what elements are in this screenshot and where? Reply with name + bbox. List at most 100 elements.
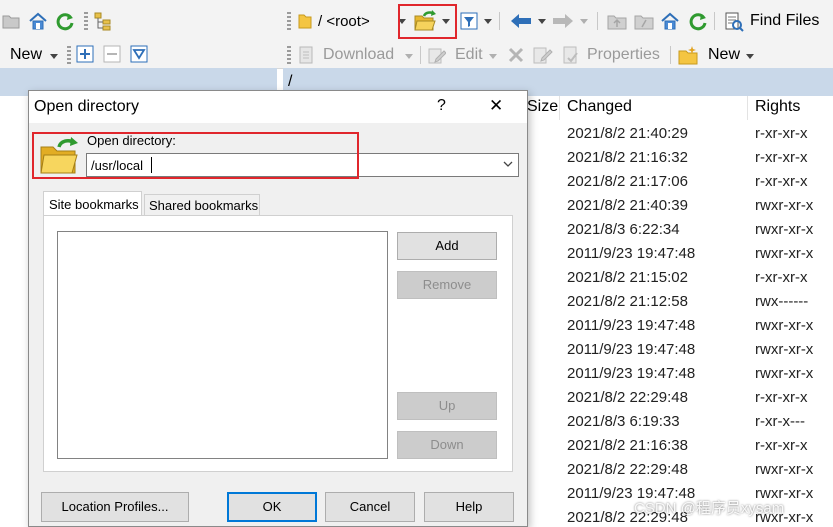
rights-cell: rwxr-xr-x bbox=[755, 461, 814, 478]
changed-cell: 2011/9/23 19:47:48 bbox=[567, 317, 696, 334]
column-divider[interactable] bbox=[747, 96, 748, 120]
table-row[interactable]: 2021/8/2 21:16:32 r-xr-xr-x bbox=[527, 146, 833, 170]
down-button[interactable]: Down bbox=[397, 431, 497, 459]
remote-path-combo[interactable]: / <root> bbox=[318, 13, 370, 30]
help-icon[interactable]: ? bbox=[437, 97, 446, 115]
rights-cell: rwxr-xr-x bbox=[755, 365, 814, 382]
table-row[interactable]: 2021/8/2 21:12:58 rwx------ bbox=[527, 290, 833, 314]
root-directory-icon[interactable] bbox=[634, 12, 654, 30]
rights-cell: rwxr-xr-x bbox=[755, 221, 814, 238]
changed-cell: 2021/8/2 21:12:58 bbox=[567, 293, 688, 310]
folder-icon bbox=[298, 14, 312, 29]
column-header-changed[interactable]: Changed bbox=[567, 98, 632, 116]
toolbar-separator bbox=[670, 46, 671, 64]
location-profiles-button[interactable]: Location Profiles... bbox=[41, 492, 189, 522]
delete-icon[interactable] bbox=[507, 46, 525, 64]
changed-cell: 2021/8/2 21:15:02 bbox=[567, 269, 688, 286]
column-header-rights[interactable]: Rights bbox=[755, 98, 800, 116]
rename-icon[interactable] bbox=[533, 46, 553, 64]
chevron-down-icon[interactable] bbox=[484, 19, 492, 24]
tab-label: Shared bookmarks bbox=[149, 198, 259, 213]
bookmarks-list[interactable] bbox=[57, 231, 388, 459]
column-header-size[interactable]: Size bbox=[527, 98, 558, 116]
help-button[interactable]: Help bbox=[424, 492, 514, 522]
new-button-right[interactable]: New bbox=[676, 43, 758, 67]
chevron-down-icon[interactable] bbox=[503, 161, 513, 169]
table-row[interactable]: 2021/8/2 21:15:02 r-xr-xr-x bbox=[527, 266, 833, 290]
chevron-down-icon[interactable] bbox=[538, 19, 546, 24]
refresh-icon[interactable] bbox=[55, 11, 75, 31]
new-button-left[interactable]: New bbox=[4, 44, 60, 66]
filter-icon[interactable] bbox=[460, 12, 478, 30]
chevron-down-icon bbox=[50, 54, 58, 59]
table-row[interactable]: 2021/8/2 21:17:06 r-xr-xr-x bbox=[527, 170, 833, 194]
dialog-titlebar[interactable]: Open directory ? ✕ bbox=[29, 91, 527, 123]
tab-shared-bookmarks[interactable]: Shared bookmarks bbox=[144, 194, 260, 216]
remote-path-text: / bbox=[288, 73, 293, 90]
changed-cell: 2021/8/2 21:17:06 bbox=[567, 173, 688, 190]
table-row[interactable]: 2021/8/2 21:40:39 rwxr-xr-x bbox=[527, 194, 833, 218]
folder-icon[interactable] bbox=[2, 12, 20, 30]
new-label: New bbox=[708, 46, 741, 63]
rights-cell: r-xr-xr-x bbox=[755, 149, 808, 166]
toolbar-grip bbox=[84, 12, 88, 30]
table-row[interactable]: 2021/8/3 6:19:33 r-xr-x--- bbox=[527, 410, 833, 434]
rights-cell: r-xr-xr-x bbox=[755, 437, 808, 454]
table-row[interactable]: 2011/9/23 19:47:48 rwxr-xr-x bbox=[527, 314, 833, 338]
table-row[interactable]: 2011/9/23 19:47:48 rwxr-xr-x bbox=[527, 242, 833, 266]
collapse-icon[interactable] bbox=[103, 45, 121, 63]
chevron-down-icon bbox=[489, 54, 497, 59]
refresh-icon[interactable] bbox=[688, 11, 708, 31]
find-files-button[interactable]: Find Files bbox=[720, 6, 833, 36]
open-directory-dialog: Open directory ? ✕ Open directory: /usr/… bbox=[28, 90, 528, 527]
rights-cell: rwxr-xr-x bbox=[755, 197, 814, 214]
back-arrow-icon[interactable] bbox=[510, 13, 532, 29]
rights-cell: rwxr-xr-x bbox=[755, 245, 814, 262]
watermark: CSDN @程序员xysam bbox=[634, 500, 785, 517]
chevron-down-icon[interactable] bbox=[580, 19, 588, 24]
properties-button[interactable]: Properties bbox=[560, 43, 668, 67]
column-divider[interactable] bbox=[559, 96, 560, 120]
changed-cell: 2021/8/2 21:16:32 bbox=[567, 149, 688, 166]
find-files-icon bbox=[725, 12, 744, 32]
secondary-toolbar: New Download Edit Properties New bbox=[0, 42, 833, 69]
toolbar-separator bbox=[714, 12, 715, 30]
chevron-down-icon bbox=[746, 54, 754, 59]
expand-icon[interactable] bbox=[76, 45, 94, 63]
cancel-button[interactable]: Cancel bbox=[325, 492, 415, 522]
chevron-down-icon bbox=[405, 54, 413, 59]
changed-cell: 2011/9/23 19:47:48 bbox=[567, 341, 696, 358]
new-folder-icon bbox=[678, 46, 698, 65]
highlight-box bbox=[398, 4, 457, 39]
tree-view-icon[interactable] bbox=[93, 11, 113, 31]
download-button[interactable]: Download bbox=[296, 43, 416, 67]
table-row[interactable]: 2021/8/2 21:40:29 r-xr-xr-x bbox=[527, 122, 833, 146]
download-label: Download bbox=[323, 46, 395, 63]
rights-cell: r-xr-xr-x bbox=[755, 269, 808, 286]
tab-site-bookmarks[interactable]: Site bookmarks bbox=[43, 191, 142, 216]
rights-cell: r-xr-xr-x bbox=[755, 389, 808, 406]
bookmarks-panel: Add Remove Up Down bbox=[43, 215, 513, 472]
find-files-label: Find Files bbox=[750, 12, 820, 29]
table-row[interactable]: 2021/8/3 6:22:34 rwxr-xr-x bbox=[527, 218, 833, 242]
rights-cell: rwxr-xr-x bbox=[755, 317, 814, 334]
add-button[interactable]: Add bbox=[397, 232, 497, 260]
parent-directory-icon[interactable] bbox=[607, 12, 627, 30]
table-row[interactable]: 2011/9/23 19:47:48 rwxr-xr-x bbox=[527, 362, 833, 386]
table-row[interactable]: 2021/8/2 22:29:48 r-xr-xr-x bbox=[527, 386, 833, 410]
table-row[interactable]: 2021/8/2 22:29:48 rwxr-xr-x bbox=[527, 458, 833, 482]
changed-cell: 2021/8/3 6:22:34 bbox=[567, 221, 680, 238]
select-filter-icon[interactable] bbox=[130, 45, 148, 63]
ok-button[interactable]: OK bbox=[227, 492, 317, 522]
rights-cell: r-xr-x--- bbox=[755, 413, 805, 430]
remove-button[interactable]: Remove bbox=[397, 271, 497, 299]
edit-button[interactable]: Edit bbox=[426, 43, 498, 67]
forward-arrow-icon[interactable] bbox=[552, 13, 574, 29]
home-icon[interactable] bbox=[28, 11, 48, 31]
home-icon[interactable] bbox=[660, 11, 680, 31]
table-row[interactable]: 2021/8/2 21:16:38 r-xr-xr-x bbox=[527, 434, 833, 458]
table-row[interactable]: 2011/9/23 19:47:48 rwxr-xr-x bbox=[527, 338, 833, 362]
changed-cell: 2021/8/2 21:40:29 bbox=[567, 125, 688, 142]
close-icon[interactable]: ✕ bbox=[489, 96, 503, 116]
up-button[interactable]: Up bbox=[397, 392, 497, 420]
